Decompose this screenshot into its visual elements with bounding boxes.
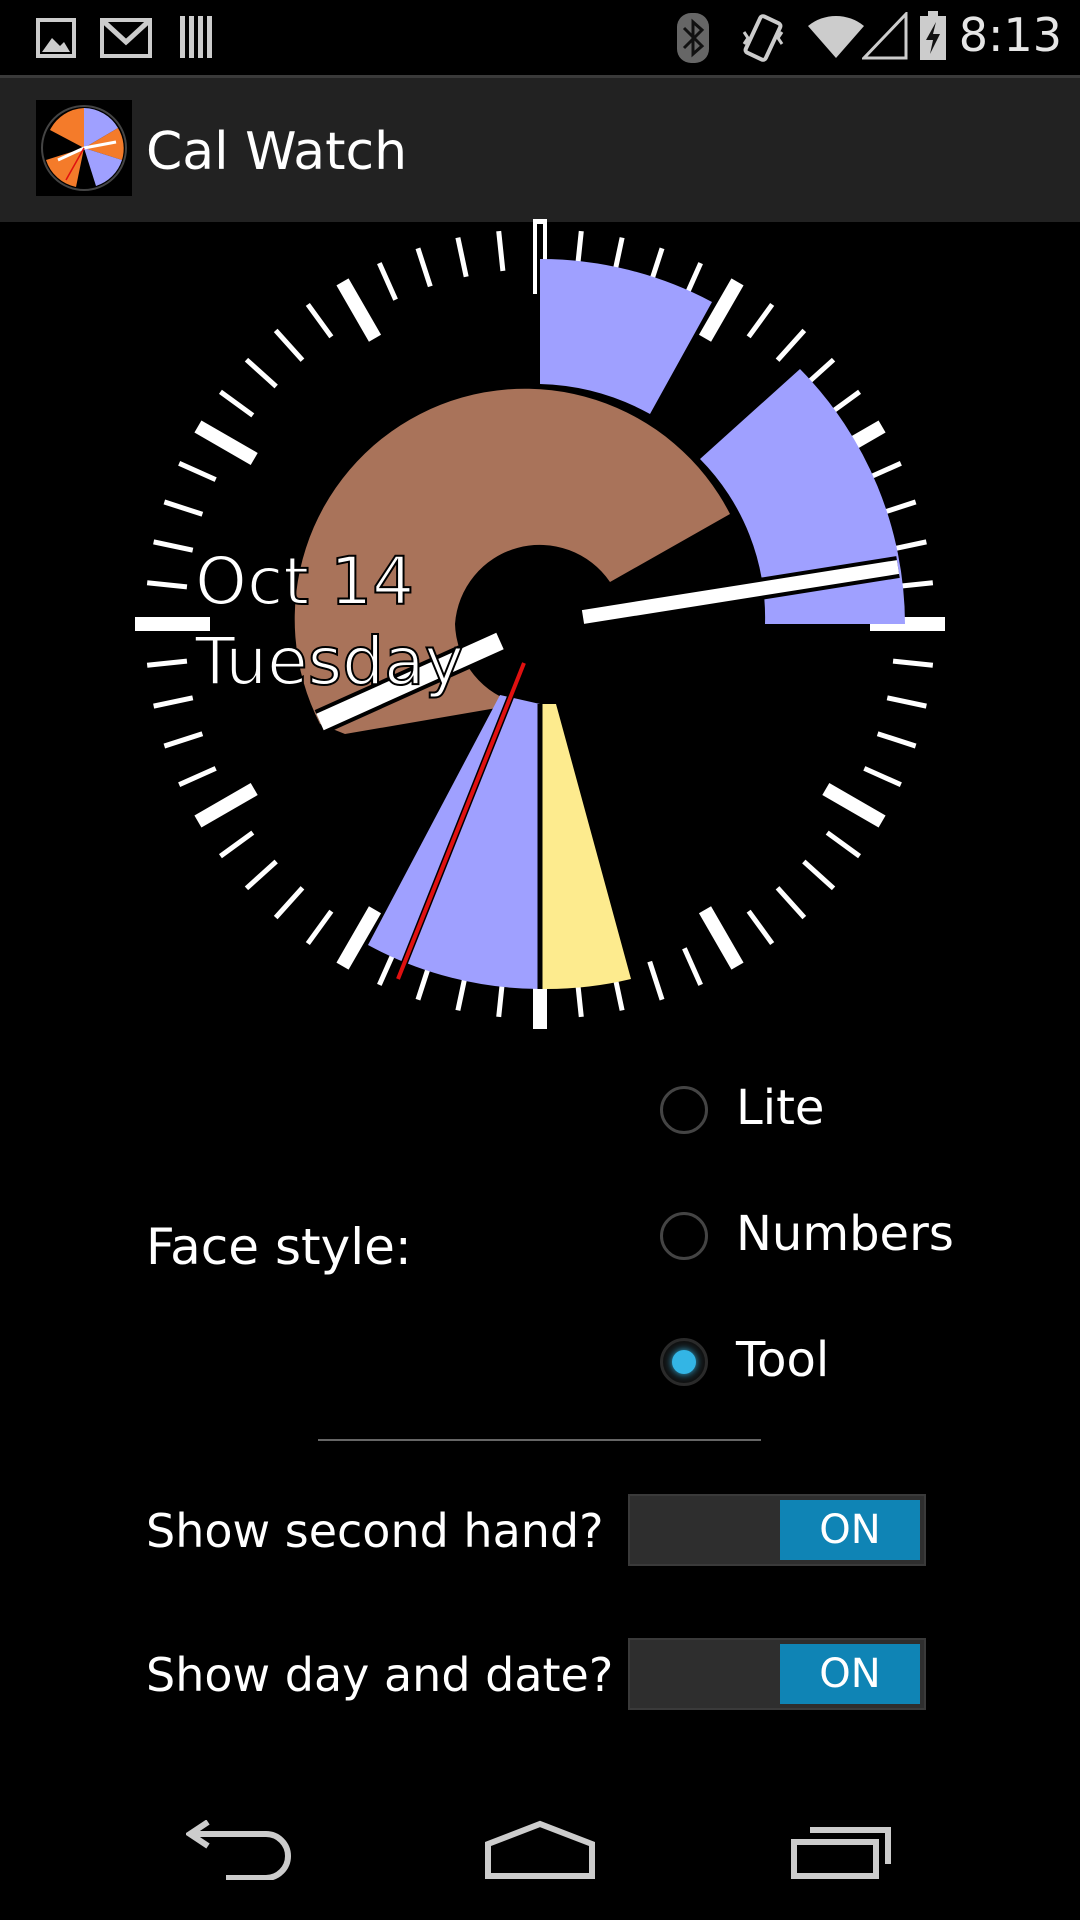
tick-mark: [886, 695, 927, 709]
wifi-icon: [808, 15, 864, 58]
tick-mark: [336, 906, 382, 970]
tick-mark: [377, 262, 398, 301]
tick-mark: [273, 886, 305, 920]
second-hand-toggle[interactable]: ON: [628, 1494, 926, 1566]
signal-icon: [862, 12, 908, 60]
tick-mark: [415, 247, 433, 288]
watch-face: Oct 14 Tuesday: [135, 219, 945, 1029]
tick-mark: [178, 766, 217, 787]
tick-mark: [153, 695, 194, 709]
day-date-toggle-thumb: ON: [780, 1644, 920, 1704]
tick-mark: [775, 886, 807, 920]
tick-mark: [746, 302, 775, 339]
vibrate-icon: [742, 14, 784, 62]
second-hand-label: Show second hand?: [146, 1504, 604, 1558]
second-hand-toggle-thumb: ON: [780, 1500, 920, 1560]
tick-mark: [218, 389, 255, 418]
tick-mark: [305, 909, 334, 946]
tick-mark: [146, 658, 188, 668]
tick-mark: [194, 420, 258, 466]
recents-icon[interactable]: [790, 1820, 894, 1880]
picture-icon: [36, 18, 76, 58]
tick-mark: [892, 658, 934, 668]
cal-watch-icon[interactable]: [36, 100, 132, 196]
tick-mark: [178, 461, 217, 482]
radio-label-numbers: Numbers: [736, 1206, 954, 1262]
barcode-icon: [180, 16, 212, 58]
day-text: Tuesday: [194, 623, 464, 700]
app-title: Cal Watch: [146, 122, 408, 182]
tick-mark: [163, 499, 204, 517]
tick-mark: [863, 766, 902, 787]
radio-button-numbers[interactable]: [660, 1212, 708, 1260]
tick-mark: [698, 278, 744, 342]
tick-mark: [682, 947, 703, 986]
tick-mark: [273, 328, 305, 362]
tick-mark: [218, 830, 255, 859]
gmail-icon: [100, 18, 152, 58]
tick-mark: [146, 580, 188, 590]
tick-mark: [876, 731, 917, 749]
tick-mark: [647, 960, 665, 1001]
status-bar: 8:13: [0, 0, 1080, 75]
tick-mark: [496, 230, 506, 272]
tick-mark: [822, 782, 886, 828]
tick-mark: [153, 539, 194, 553]
tick-mark: [163, 731, 204, 749]
status-time: 8:13: [958, 8, 1062, 62]
navigation-bar: [0, 1780, 1080, 1920]
radio-label-tool: Tool: [736, 1332, 830, 1388]
tick-mark: [825, 830, 862, 859]
tick-mark: [194, 782, 258, 828]
event-wedge-yellow: [542, 704, 631, 990]
radio-button-tool[interactable]: [660, 1338, 708, 1386]
radio-label-lite: Lite: [736, 1080, 825, 1136]
day-date-label: Show day and date?: [146, 1648, 614, 1702]
tick-mark: [336, 278, 382, 342]
tick-mark: [455, 237, 469, 278]
face-style-label: Face style:: [146, 1218, 412, 1276]
tick-mark: [698, 906, 744, 970]
battery-charging-icon: [920, 11, 946, 60]
date-text: Oct 14: [195, 543, 414, 620]
radio-button-lite[interactable]: [660, 1086, 708, 1134]
tick-mark: [775, 328, 807, 362]
back-icon[interactable]: [186, 1820, 292, 1880]
day-date-toggle[interactable]: ON: [628, 1638, 926, 1710]
action-bar: Cal Watch: [0, 75, 1080, 222]
tick-mark: [802, 859, 836, 891]
tick-mark: [244, 357, 278, 389]
divider: [318, 1439, 761, 1441]
tick-mark: [244, 859, 278, 891]
home-icon[interactable]: [484, 1820, 596, 1880]
tick-mark: [746, 909, 775, 946]
bluetooth-icon: [677, 13, 709, 63]
tick-mark: [305, 302, 334, 339]
